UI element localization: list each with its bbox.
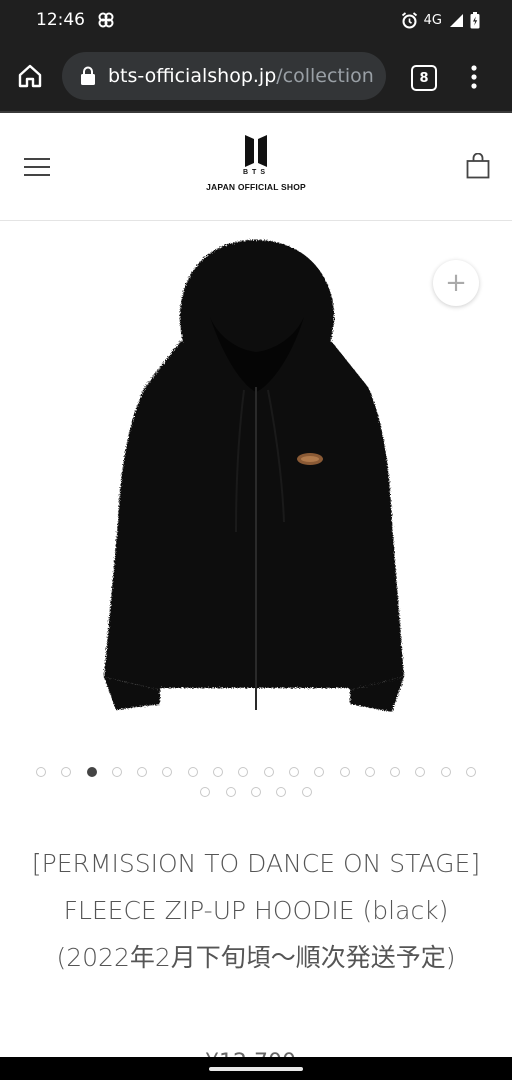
battery-icon [470, 11, 480, 29]
lock-icon [81, 66, 95, 85]
bts-logo-icon [245, 135, 267, 167]
carousel-dot[interactable] [137, 767, 148, 777]
browser-toolbar: bts-officialshop.jp/collection 8 [0, 40, 512, 113]
hoodie-image [104, 240, 404, 712]
carousel-dot[interactable] [415, 767, 426, 777]
tab-switcher-button[interactable]: 8 [411, 65, 437, 91]
site-header: BTS JAPAN OFFICIAL SHOP [0, 113, 512, 221]
browser-menu-button[interactable] [466, 64, 482, 90]
url-domain: bts-officialshop.jp [108, 65, 277, 87]
tab-count: 8 [419, 70, 429, 86]
plus-icon: + [445, 268, 467, 298]
cart-button[interactable] [466, 152, 490, 179]
home-button[interactable] [16, 62, 44, 90]
logo-shop-text: JAPAN OFFICIAL SHOP [206, 182, 306, 192]
carousel-dot[interactable] [200, 787, 211, 797]
product-title: [PERMISSION TO DANCE ON STAGE] FLEECE ZI… [31, 849, 481, 972]
carousel-dot[interactable] [86, 767, 97, 777]
carousel-dot[interactable] [364, 767, 375, 777]
home-gesture-handle[interactable] [209, 1067, 303, 1071]
system-nav-bar [0, 1057, 512, 1080]
site-logo[interactable]: BTS JAPAN OFFICIAL SHOP [206, 135, 306, 192]
zoom-button[interactable]: + [433, 260, 479, 306]
carousel-dot[interactable] [111, 767, 122, 777]
product-image[interactable] [0, 222, 512, 752]
hamburger-menu-icon[interactable] [24, 158, 50, 176]
carousel-dot[interactable] [225, 787, 236, 797]
carousel-dot[interactable] [61, 767, 72, 777]
carousel-dot[interactable] [251, 787, 261, 797]
logo-bts-text: BTS [243, 169, 269, 176]
carousel-dot[interactable] [187, 767, 198, 777]
carousel-dot[interactable] [339, 767, 350, 777]
carousel-dot[interactable] [288, 767, 299, 777]
carousel-dots-row-1 [0, 767, 512, 777]
carousel-dot[interactable] [162, 767, 173, 777]
alarm-icon [401, 11, 418, 29]
status-time: 12:46 [36, 10, 85, 30]
carousel-dot[interactable] [390, 767, 401, 777]
more-vert-icon [471, 65, 477, 89]
url-text: bts-officialshop.jp/collection [108, 65, 374, 87]
address-bar[interactable]: bts-officialshop.jp/collection [62, 52, 386, 100]
pinwheel-icon [97, 11, 115, 29]
home-icon [18, 64, 42, 88]
shopping-bag-icon [466, 152, 490, 179]
url-path: /collection [276, 65, 374, 87]
network-type: 4G [423, 12, 442, 28]
carousel-dot[interactable] [466, 767, 477, 777]
carousel-dot[interactable] [213, 767, 224, 777]
carousel-dot[interactable] [238, 767, 249, 777]
carousel-dot[interactable] [263, 767, 274, 777]
carousel-dot[interactable] [35, 767, 46, 777]
carousel-dot[interactable] [440, 767, 451, 777]
status-bar: 12:46 4G [0, 0, 512, 40]
carousel-dot[interactable] [276, 787, 287, 797]
carousel-dots-row-2 [0, 787, 512, 797]
signal-icon [448, 13, 464, 28]
carousel-dot[interactable] [301, 787, 312, 797]
carousel-dot[interactable] [314, 767, 325, 777]
